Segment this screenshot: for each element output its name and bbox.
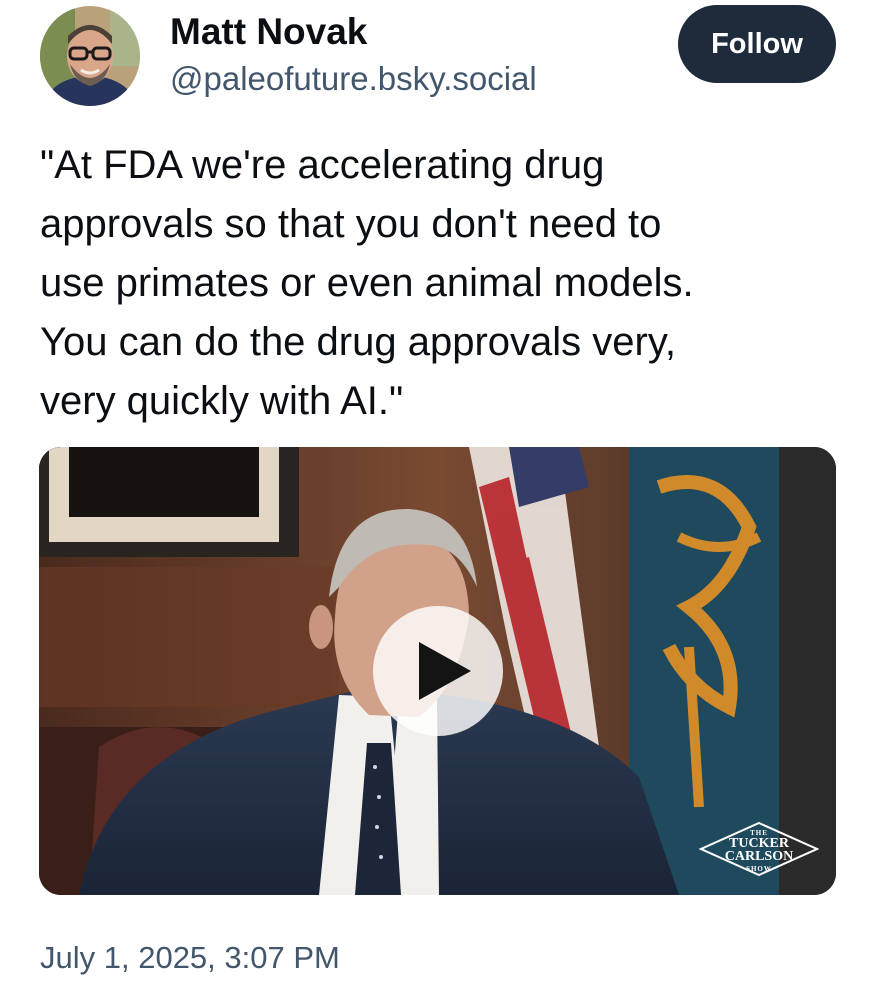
- post-text-line: approvals so that you don't need to: [40, 202, 662, 246]
- play-icon: [419, 642, 471, 700]
- follow-button-label: Follow: [711, 27, 803, 60]
- post-timestamp[interactable]: July 1, 2025, 3:07 PM: [40, 938, 340, 978]
- author-info: Matt Novak @paleofuture.bsky.social: [170, 10, 537, 100]
- post-text-line: use primates or even animal models.: [40, 261, 694, 305]
- avatar-photo-icon: [40, 6, 140, 106]
- author-display-name[interactable]: Matt Novak: [170, 10, 537, 54]
- watermark-bottom: SHOW: [746, 865, 772, 873]
- post-header: Matt Novak @paleofuture.bsky.social Foll…: [0, 0, 875, 120]
- avatar[interactable]: [40, 6, 140, 106]
- post-text-line: very quickly with AI.": [40, 379, 404, 423]
- video-embed[interactable]: THE TUCKER CARLSON SHOW: [39, 447, 836, 895]
- author-handle[interactable]: @paleofuture.bsky.social: [170, 58, 537, 100]
- post-text-line: You can do the drug approvals very,: [40, 320, 676, 364]
- channel-watermark: THE TUCKER CARLSON SHOW: [699, 821, 819, 877]
- post-text-line: "At FDA we're accelerating drug: [40, 143, 605, 187]
- play-button[interactable]: [373, 606, 503, 736]
- watermark-line2: CARLSON: [724, 849, 794, 864]
- follow-button[interactable]: Follow: [678, 5, 836, 83]
- post-text: "At FDA we're accelerating drug approval…: [40, 136, 840, 431]
